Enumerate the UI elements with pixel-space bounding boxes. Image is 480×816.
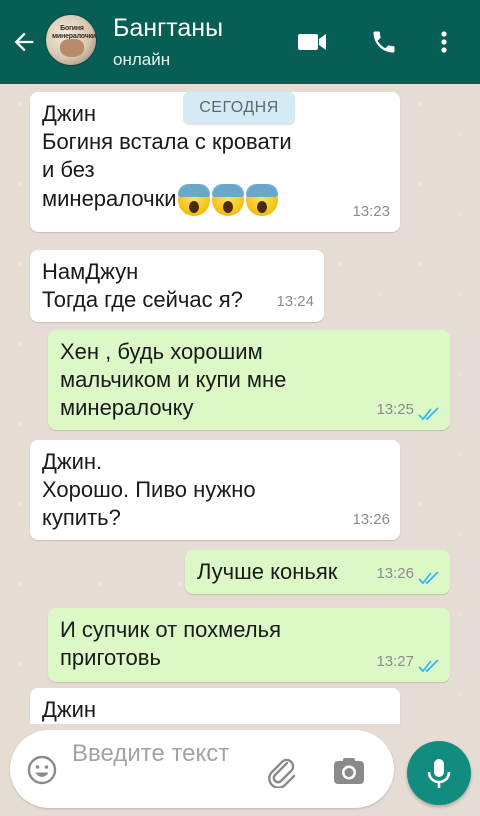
chat-header: Богиня минералочки Бангтаны онлайн [0,0,480,84]
screaming-face-emoji [178,184,211,216]
screaming-face-emoji [212,184,245,216]
video-call-icon[interactable] [296,28,328,56]
message-sender: Джин. [42,449,103,474]
avatar[interactable]: Богиня минералочки [45,14,97,66]
message-time: 13:24 [276,293,314,310]
message-bubble-incoming[interactable]: Джин. Хорошо. Пиво нужно купить? 13:26 [30,440,400,540]
chat-status: онлайн [113,50,171,69]
screaming-face-emoji [246,184,279,216]
composer-bar [10,730,394,808]
message-sender: НамДжун [42,259,139,284]
double-check-icon [418,659,439,673]
message-bubble-outgoing[interactable]: И супчик от похмелья приготовь 13:27 [48,608,450,682]
message-bubble-outgoing[interactable]: Хен , будь хорошим мальчиком и купи мне … [48,330,450,430]
message-time: 13:23 [352,203,390,220]
message-bubble-incoming[interactable]: Джин [30,688,400,724]
message-time: 13:26 [352,511,390,528]
chat-title[interactable]: Бангтаны [113,14,223,43]
attach-icon[interactable] [265,756,299,788]
double-check-icon [418,571,439,585]
message-bubble-incoming[interactable]: НамДжун Тогда где сейчас я? 13:24 [30,250,324,322]
phone-icon[interactable] [368,28,400,56]
message-time: 13:27 [376,653,414,670]
message-time: 13:26 [376,565,414,582]
date-divider: СЕГОДНЯ [183,92,295,124]
message-sender: Джин [42,697,97,722]
mic-button[interactable] [407,741,471,805]
avatar-face-image [60,39,84,57]
camera-icon[interactable] [332,756,366,786]
emoji-icon[interactable] [26,754,58,786]
back-arrow-icon[interactable] [10,28,38,56]
message-input[interactable] [72,738,252,800]
message-list[interactable]: Джин Богиня встала с кровати и без минер… [0,84,480,724]
emoji-group [178,184,280,216]
message-text: Тогда где сейчас я? [42,287,243,312]
mic-icon [427,759,451,788]
message-bubble-outgoing[interactable]: Лучше коньяк 13:26 [185,550,450,594]
double-check-icon [418,407,439,421]
more-vert-icon[interactable] [430,28,458,56]
message-time: 13:25 [376,401,414,418]
message-text: Хорошо. Пиво нужно купить? [42,477,256,530]
